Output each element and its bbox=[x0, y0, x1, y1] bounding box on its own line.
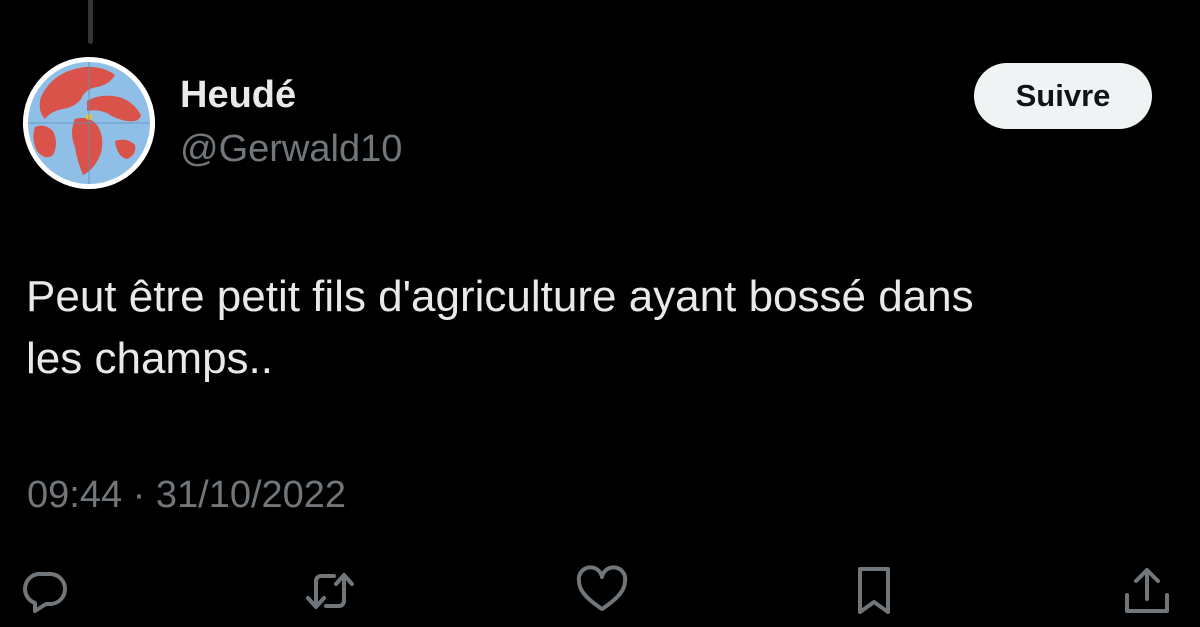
retweet-icon bbox=[306, 573, 354, 609]
tweet-author[interactable]: Heudé @Gerwald10 bbox=[180, 72, 402, 172]
like-button[interactable] bbox=[576, 565, 628, 617]
tweet-text: Peut être petit fils d'agriculture ayant… bbox=[26, 266, 1166, 390]
reply-icon bbox=[23, 571, 67, 613]
share-icon bbox=[1125, 568, 1169, 613]
bookmark-button[interactable] bbox=[848, 565, 900, 617]
author-display-name[interactable]: Heudé bbox=[180, 72, 402, 118]
retweet-button[interactable] bbox=[304, 565, 356, 617]
bookmark-icon bbox=[858, 567, 890, 614]
reply-button[interactable] bbox=[20, 565, 72, 617]
tweet-text-line-1: Peut être petit fils d'agriculture ayant… bbox=[26, 272, 974, 321]
avatar[interactable] bbox=[23, 57, 155, 189]
tweet-timestamp[interactable]: 09:44 · 31/10/2022 bbox=[27, 472, 346, 518]
thread-connector-line bbox=[88, 0, 93, 44]
world-map-avatar-icon bbox=[23, 57, 155, 189]
tweet-text-line-2: les champs.. bbox=[26, 334, 273, 383]
follow-button[interactable]: Suivre bbox=[974, 63, 1152, 129]
share-button[interactable] bbox=[1121, 565, 1173, 617]
author-handle[interactable]: @Gerwald10 bbox=[180, 126, 402, 172]
heart-icon bbox=[576, 565, 628, 611]
